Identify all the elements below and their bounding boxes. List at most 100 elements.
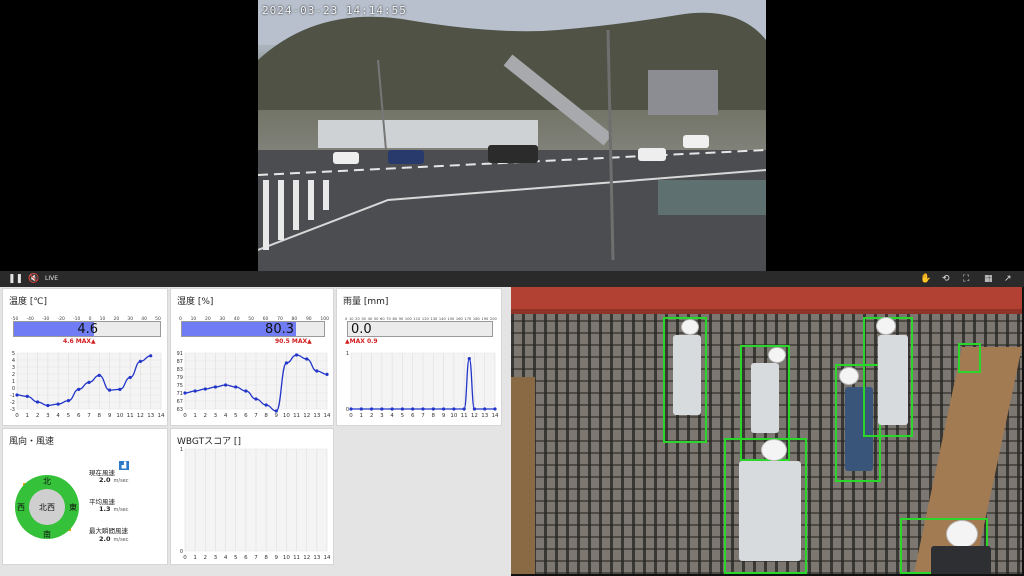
humidity-value: 80.3 [265,322,294,337]
x-tick-label: 8 [98,413,102,419]
data-point [264,403,268,407]
wood-formwork-left [511,377,535,574]
x-tick-label: 1 [360,413,364,419]
x-tick-label: 5 [401,413,405,419]
x-tick-label: 5 [234,413,238,419]
max-gust-value: 2.0 m/sec [99,535,129,543]
x-tick-label: 0 [15,413,19,419]
rain-max: ▲MAX 0.9 [345,338,378,345]
data-point [118,387,122,391]
data-point [97,373,101,377]
x-tick-label: 12 [137,413,144,419]
data-point [421,407,425,411]
humidity-panel: 湿度 [%] 0 10 20 30 40 50 60 70 80 90 100 80.3 90.5 … [170,288,334,426]
data-point [107,388,112,392]
x-tick-label: 12 [303,413,310,419]
x-tick-label: 11 [293,555,300,561]
data-point [66,399,71,403]
data-point [223,383,228,387]
video-player[interactable]: 2024-03-23 14:14:55 ❚❚ 🔇 LIVE ✋ ⟲ ⛶ ▦ ↗ [0,0,1024,287]
x-tick-label: 9 [108,413,112,419]
x-tick-label: 3 [46,413,50,419]
steel-beam-lower [511,309,1022,314]
y-tick-label: 67 [177,399,183,405]
x-tick-label: 12 [303,555,310,561]
rotate-icon[interactable]: ⟲ [942,273,950,285]
data-point [213,385,218,389]
data-point [46,403,50,408]
data-point [274,409,278,413]
data-point [359,407,363,411]
camera-scene [258,0,766,271]
y-tick-label: 4 [12,358,15,364]
x-tick-label: 3 [214,413,218,419]
y-tick-label: -1 [10,393,15,399]
video-timestamp: 2024-03-23 14:14:55 [262,4,407,17]
data-point [234,385,238,389]
x-tick-label: 3 [214,555,218,561]
grid-icon[interactable]: ▦ [984,273,993,285]
y-tick-label: -2 [10,400,15,406]
chart-icon[interactable]: ▟ [119,461,129,470]
data-point [380,407,384,411]
data-point [193,389,197,393]
data-point [315,369,319,373]
y-tick-label: 5 [12,351,15,357]
data-point [87,380,91,384]
x-tick-label: 6 [77,413,81,419]
hand-icon[interactable]: ✋ [920,273,931,285]
compass-east: 東 [69,502,77,512]
x-tick-label: 14 [492,413,499,419]
x-tick-label: 6 [244,555,248,561]
x-tick-label: 7 [254,413,258,419]
y-tick-label: 3 [12,365,15,371]
y-tick-label: 79 [177,375,183,381]
y-tick-label: 1 [12,379,15,385]
wbgt-panel: WBGTスコア [] 0 1 2 3 4 5 6 7 8 9 10 11 12 13 14 0 1 [170,428,334,565]
data-point [400,407,405,411]
temperature-value: 4.6 [77,322,98,337]
x-tick-label: 10 [116,413,123,419]
compass-west: 西 [17,503,25,512]
humidity-max: 90.5 MAX▲ [275,338,312,345]
x-tick-label: 1 [26,413,30,419]
x-tick-label: 10 [283,555,290,561]
y-tick-label: -3 [10,407,15,413]
x-tick-label: 2 [370,413,374,419]
humidity-title: 湿度 [%] [177,297,214,307]
video-control-bar: ❚❚ 🔇 LIVE ✋ ⟲ ⛶ ▦ ↗ [0,271,1024,287]
data-point [149,354,153,358]
data-point [56,402,60,406]
x-tick-label: 4 [224,555,228,561]
x-tick-label: 13 [147,413,154,419]
x-tick-label: 13 [313,413,320,419]
data-point [254,397,258,401]
x-tick-label: 9 [275,413,279,419]
x-tick-label: 8 [264,555,268,561]
data-point [472,407,477,411]
compass-north: 北 [43,477,51,486]
x-tick-label: 1 [193,555,197,561]
rain-chart: 0 1 2 3 4 5 6 7 8 9 10 11 12 13 1401 [346,351,499,419]
x-tick-label: 1 [193,413,197,419]
humidity-gauge: 80.3 [181,321,325,337]
x-tick-label: 2 [204,555,208,561]
data-point [441,407,446,411]
site-camera-feed[interactable] [511,287,1022,574]
rain-gauge: 0.0 [347,321,493,337]
y-tick-label: 1 [180,447,183,453]
y-tick-label: 83 [177,367,183,373]
data-point [431,407,435,411]
temperature-panel: 温度 [℃] -50 -40 -30 -20 -10 0 10 20 30 40 50 4.6 4.… [2,288,168,426]
y-tick-label: 71 [177,391,183,397]
steel-beam [511,287,1022,309]
fullscreen-icon[interactable]: ⛶ [963,273,969,285]
camera-feed[interactable]: 2024-03-23 14:14:55 [258,0,766,271]
x-tick-label: 7 [254,555,258,561]
mute-icon[interactable]: 🔇 [28,273,39,285]
external-link-icon[interactable]: ↗ [1004,273,1012,285]
x-tick-label: 9 [275,555,279,561]
max-gust-label: 最大瞬間風速 [89,527,128,535]
pause-icon[interactable]: ❚❚ [8,273,23,285]
average-wind-value: 1.3 m/sec [99,505,129,513]
